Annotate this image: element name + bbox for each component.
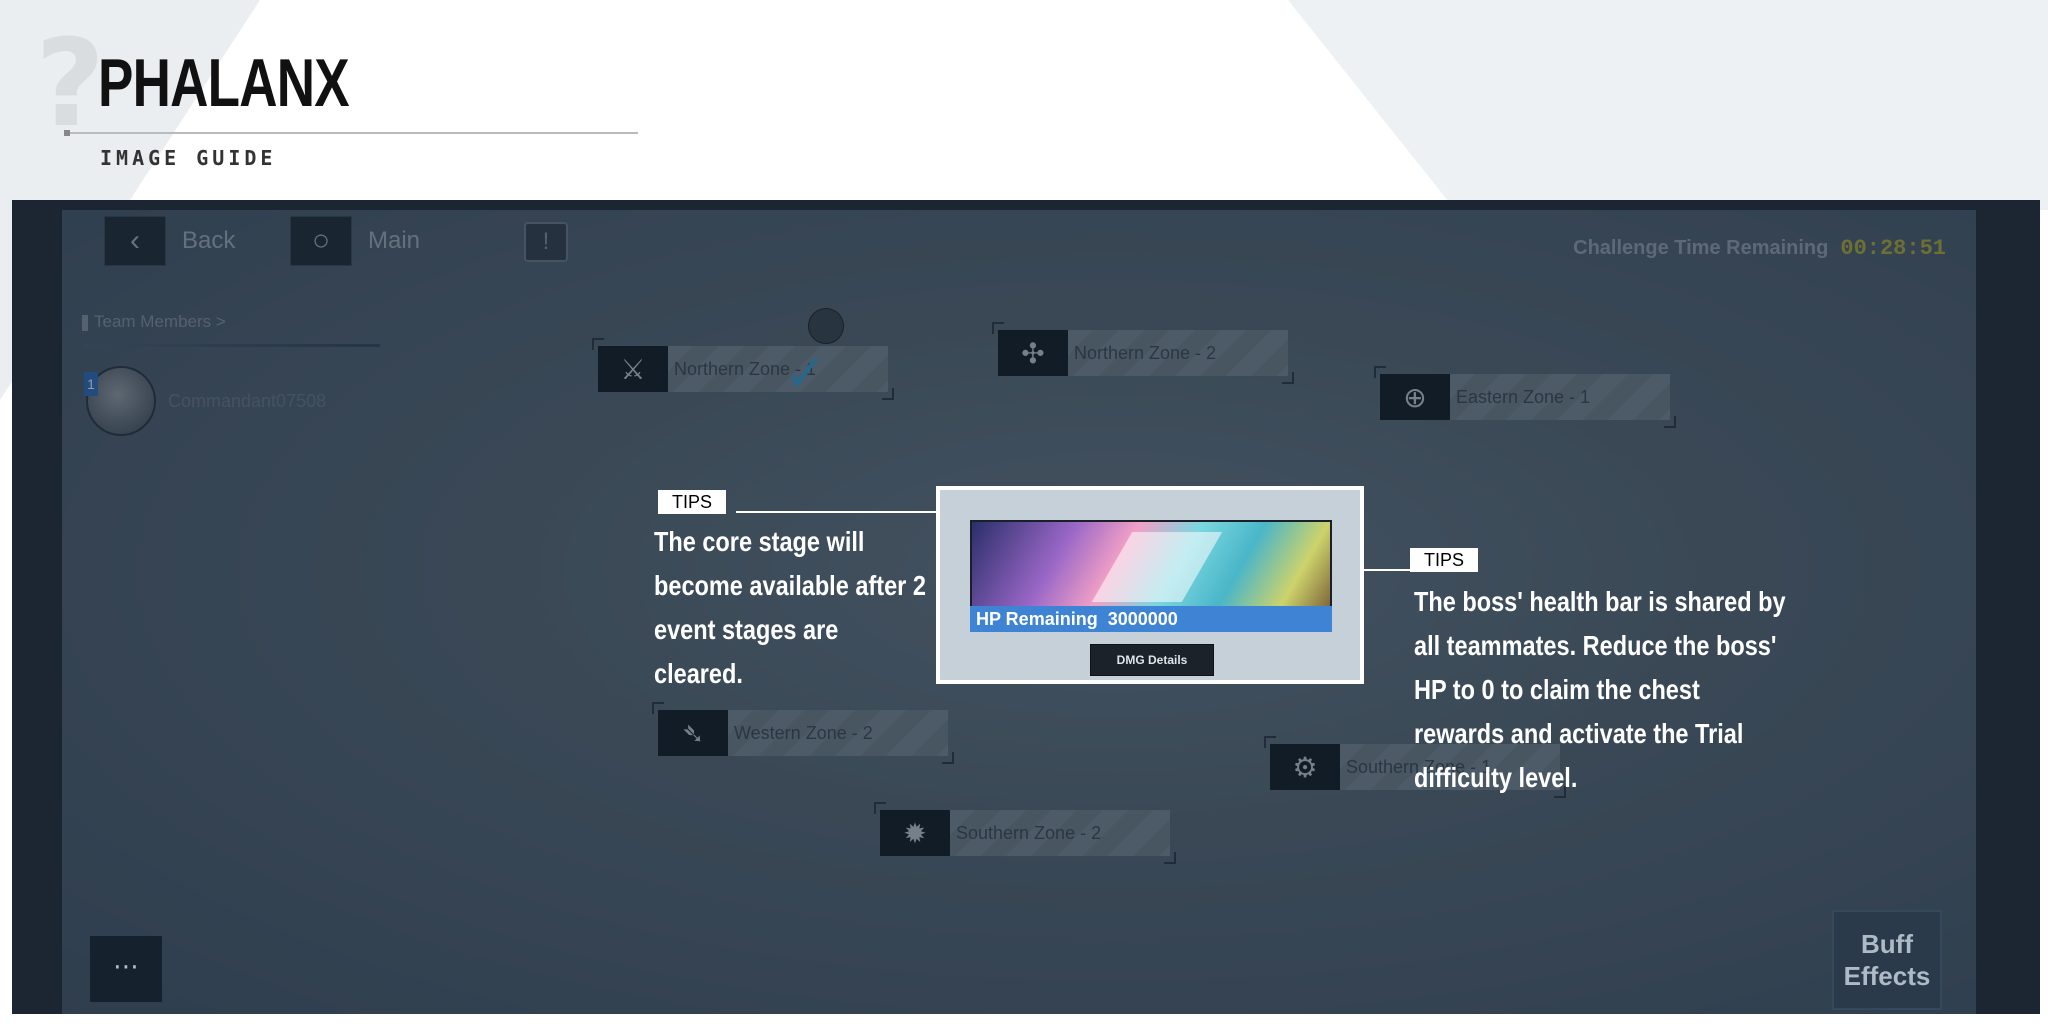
boss-art-highlight — [1091, 532, 1223, 602]
tips-text-right: The boss' health bar is shared by all te… — [1414, 586, 1786, 793]
tips-tag-left: TIPS — [658, 490, 727, 514]
dmg-details-button[interactable]: DMG Details — [1090, 644, 1214, 676]
buff-effects-button[interactable]: Buff Effects — [1832, 910, 1942, 1010]
tips-text-left: The core stage will become available aft… — [654, 526, 926, 689]
chat-bubble-icon: ⋯ — [113, 951, 139, 981]
tips-tag-right: TIPS — [1410, 548, 1479, 572]
brand-divider — [64, 130, 638, 136]
brand-subtitle: IMAGE GUIDE — [100, 146, 277, 170]
hp-label: HP Remaining — [976, 609, 1098, 629]
tips-connector-right — [1364, 569, 1410, 571]
tips-connector-left — [736, 511, 936, 513]
boss-hp-bar: HP Remaining 3000000 — [970, 606, 1332, 632]
chat-button[interactable]: ⋯ — [90, 936, 162, 1002]
boss-card[interactable]: HP Remaining 3000000 DMG Details — [936, 486, 1364, 684]
hp-value: 3000000 — [1107, 609, 1178, 629]
header-background-shape-right — [1288, 0, 2048, 210]
brand-title: PHALANX — [98, 45, 350, 121]
